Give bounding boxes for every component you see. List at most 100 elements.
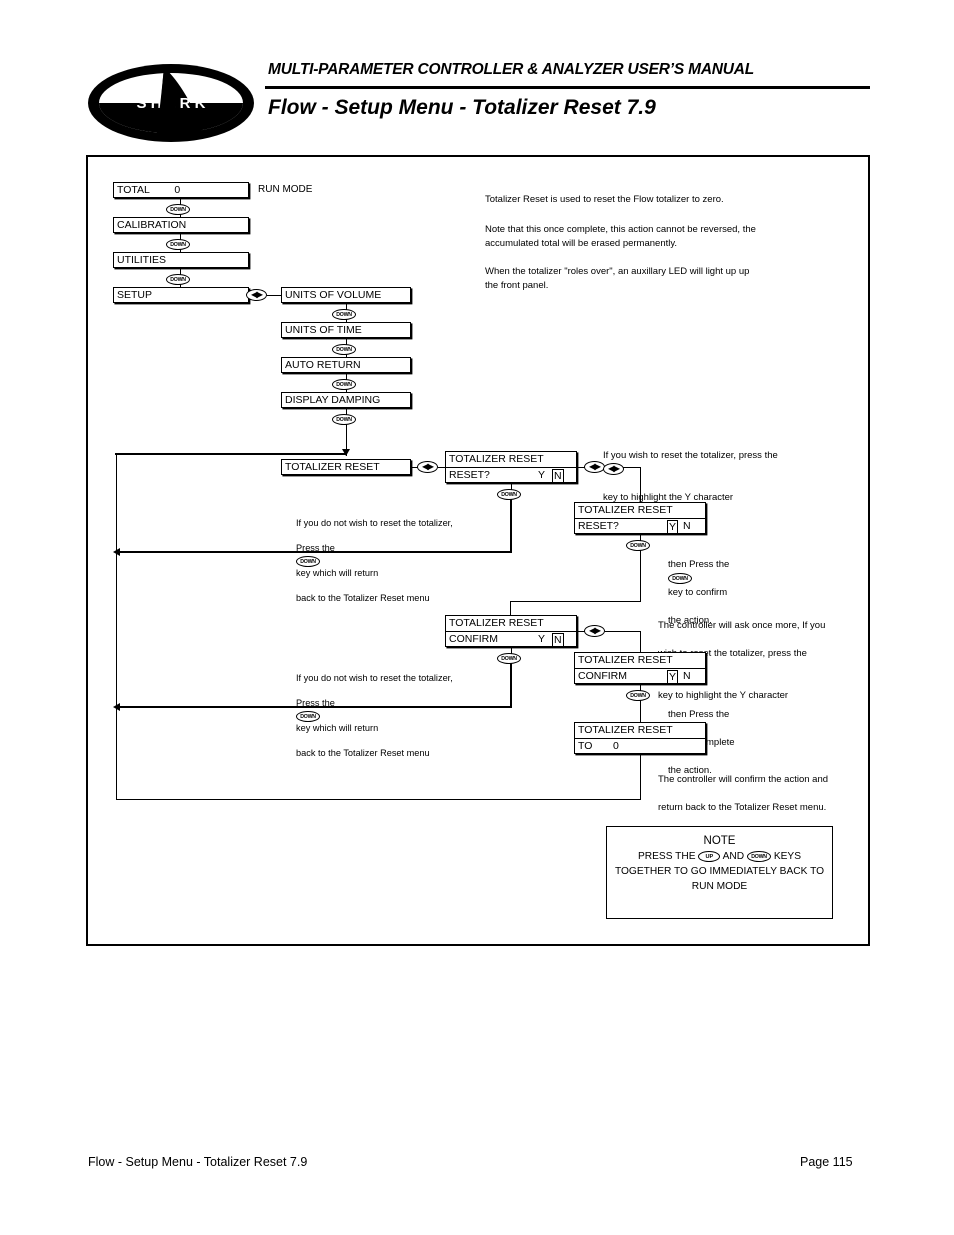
left-right-key-icon: ◀▶ <box>603 463 624 476</box>
arrow-down-icon <box>342 449 350 456</box>
annotation-text: The controller will ask once more, If yo… <box>658 620 826 631</box>
note-box: NOTE PRESS THE UP AND DOWN KEYS TOGETHER… <box>606 826 833 919</box>
screen-option-yes: Y <box>538 633 546 645</box>
screen-confirm-no: TOTALIZER RESET CONFIRM Y N <box>445 615 577 647</box>
down-key-icon: DOWN <box>332 379 356 390</box>
annotation-text: If you wish to reset the totalizer, pres… <box>603 450 778 461</box>
screen-option-no: N <box>683 670 691 682</box>
page-title: Flow - Setup Menu - Totalizer Reset 7.9 <box>268 96 656 119</box>
down-key-icon: DOWN <box>497 489 521 500</box>
description-paragraph-3: When the totalizer "roles over", an auxi… <box>485 266 750 291</box>
screen-title: TOTALIZER RESET <box>446 452 576 468</box>
connector <box>640 631 642 652</box>
screen-confirm-yes: TOTALIZER RESET CONFIRM Y N <box>574 652 706 684</box>
menu-label-total: TOTAL <box>117 184 150 196</box>
menu-label-auto-return: AUTO RETURN <box>285 359 361 371</box>
connector <box>510 499 513 553</box>
screen-title: TOTALIZER RESET <box>575 653 705 669</box>
annotation-text: back to the Totalizer Reset menu <box>296 592 430 603</box>
note-text: AND <box>722 851 745 862</box>
connector <box>640 754 642 800</box>
screen-title: TOTALIZER RESET <box>575 723 705 739</box>
down-key-icon: DOWN <box>332 414 356 425</box>
diagram-frame: TOTAL 0 RUN MODE DOWN CALIBRATION DOWN U… <box>86 155 870 946</box>
menu-label-utilities: UTILITIES <box>117 254 167 266</box>
shark-logo: S H A R K <box>86 62 256 144</box>
screen-option-yes: Y <box>538 469 546 481</box>
screen-option-no-selected: N <box>552 469 564 483</box>
down-key-icon: DOWN <box>166 274 190 285</box>
annotation-reset-yes: If you wish to reset the totalizer, pres… <box>603 435 863 505</box>
page-header: S H A R K MULTI-PARAMETER CONTROLLER & A… <box>0 0 954 150</box>
note-text: KEYS <box>773 851 802 862</box>
screen-reset-no: TOTALIZER RESET RESET? Y N <box>445 451 577 483</box>
title-divider <box>265 86 870 89</box>
run-mode-label: RUN MODE <box>258 184 313 195</box>
left-right-key-icon: ◀▶ <box>584 625 605 637</box>
menu-box-display-damping: DISPLAY DAMPING <box>281 392 411 408</box>
down-key-icon: DOWN <box>332 344 356 355</box>
screen-value: 0 <box>613 740 619 752</box>
connector <box>267 295 281 297</box>
down-key-icon: DOWN <box>747 850 771 862</box>
left-right-key-icon: ◀▶ <box>584 461 605 473</box>
connector <box>640 700 642 722</box>
screen-option-yes-selected: Y <box>667 670 679 684</box>
annotation-text: The controller will confirm the action a… <box>658 774 829 785</box>
screen-option-no: N <box>683 520 691 532</box>
menu-value-total: 0 <box>174 184 181 196</box>
annotation-text: Press the <box>296 698 335 709</box>
annotation-text: If you do not wish to reset the totalize… <box>296 518 453 529</box>
description-paragraph-1: Totalizer Reset is used to reset the Flo… <box>485 194 724 205</box>
down-key-icon: DOWN <box>332 309 356 320</box>
connector <box>511 601 641 603</box>
left-right-key-icon: ◀▶ <box>417 461 438 473</box>
menu-label-units-of-time: UNITS OF TIME <box>285 324 362 336</box>
annotation-no-reset-1: If you do not wish to reset the totalize… <box>296 505 496 604</box>
connector <box>640 550 642 602</box>
menu-box-total: TOTAL 0 <box>113 182 249 198</box>
menu-box-setup: SETUP <box>113 287 249 303</box>
annotation-text: key which will return <box>296 723 379 734</box>
connector <box>510 663 513 708</box>
up-key-icon: UP <box>698 850 721 862</box>
menu-label-units-of-volume: UNITS OF VOLUME <box>285 289 382 301</box>
annotation-text: Press the <box>296 543 335 554</box>
down-key-icon: DOWN <box>497 653 521 664</box>
annotation-no-reset-2: If you do not wish to reset the totalize… <box>296 660 496 759</box>
down-key-icon: DOWN <box>296 710 320 722</box>
screen-option-no-selected: N <box>552 633 564 647</box>
down-key-icon: DOWN <box>626 540 650 551</box>
menu-label-setup: SETUP <box>117 289 153 301</box>
menu-label-totalizer-reset: TOTALIZER RESET <box>285 461 380 473</box>
note-line-3: RUN MODE <box>691 881 748 892</box>
down-key-icon: DOWN <box>166 204 190 215</box>
menu-label-calibration: CALIBRATION <box>117 219 187 231</box>
note-line-2: TOGETHER TO GO IMMEDIATELY BACK TO <box>614 866 825 877</box>
menu-box-totalizer-reset: TOTALIZER RESET <box>281 459 411 475</box>
return-connector <box>115 453 346 456</box>
down-key-icon: DOWN <box>668 572 692 584</box>
screen-reset-yes: TOTALIZER RESET RESET? Y N <box>574 502 706 534</box>
description-paragraph-2: Note that this once complete, this actio… <box>485 224 756 249</box>
footer-page-number: Page 115 <box>800 1155 853 1169</box>
screen-title: TOTALIZER RESET <box>446 616 576 632</box>
menu-label-display-damping: DISPLAY DAMPING <box>285 394 381 406</box>
shark-logo-graphic: S H A R K <box>88 64 254 142</box>
annotation-text: then Press the <box>668 559 730 570</box>
screen-totalizer-reset-done: TOTALIZER RESET TO 0 <box>574 722 706 754</box>
connector <box>605 631 641 633</box>
down-key-icon: DOWN <box>296 555 320 567</box>
annotation-text: return back to the Totalizer Reset menu. <box>658 802 827 813</box>
annotation-text: key which will return <box>296 568 379 579</box>
screen-option-yes-selected: Y <box>667 520 679 534</box>
menu-box-calibration: CALIBRATION <box>113 217 249 233</box>
manual-title: MULTI-PARAMETER CONTROLLER & ANALYZER US… <box>268 61 755 78</box>
down-key-icon: DOWN <box>626 690 650 701</box>
note-title: NOTE <box>703 835 736 847</box>
left-right-key-icon: ◀▶ <box>246 289 267 301</box>
annotation-final: The controller will confirm the action a… <box>658 759 898 815</box>
menu-box-utilities: UTILITIES <box>113 252 249 268</box>
menu-box-auto-return: AUTO RETURN <box>281 357 411 373</box>
screen-prompt: TO <box>578 740 593 752</box>
